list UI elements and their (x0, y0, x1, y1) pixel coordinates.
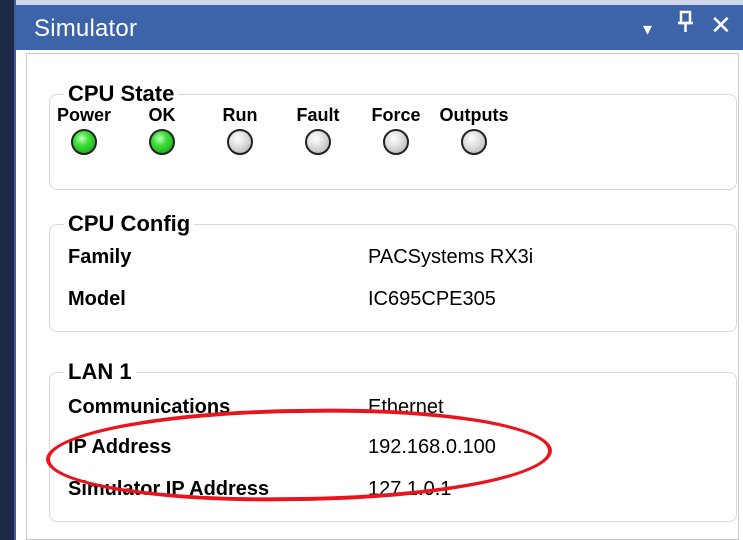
ip-address-value: 192.168.0.100 (368, 436, 496, 458)
lan1-title: LAN 1 (64, 359, 136, 385)
cpu-config-title: CPU Config (64, 211, 195, 237)
led-power: Power (44, 105, 124, 155)
cpu-state-title: CPU State (64, 81, 179, 107)
led-power-indicator (71, 129, 97, 155)
left-edge-strip (0, 0, 14, 540)
led-label: Force (371, 105, 421, 125)
simulator-panel: Simulator ▾ ✕ CPU State Power OK Run Fau… (14, 0, 743, 540)
led-run: Run (200, 105, 280, 155)
pin-icon[interactable] (676, 9, 696, 42)
led-run-indicator (227, 129, 253, 155)
simulator-content: CPU State Power OK Run Fault Force Outpu… (26, 53, 739, 540)
led-label: Fault (296, 105, 340, 125)
led-force: Force (356, 105, 436, 155)
cpu-state-group: CPU State Power OK Run Fault Force Outpu… (49, 81, 737, 190)
led-fault: Fault (278, 105, 358, 155)
cpu-config-group: CPU Config Family PACSystems RX3i Model … (49, 211, 737, 332)
led-ok: OK (122, 105, 202, 155)
simulator-ip-label: Simulator IP Address (68, 478, 270, 500)
led-label: OK (148, 105, 176, 125)
close-icon[interactable]: ✕ (710, 9, 732, 41)
led-label: Run (222, 105, 258, 125)
led-force-indicator (383, 129, 409, 155)
led-outputs-indicator (461, 129, 487, 155)
led-label: Outputs (439, 105, 509, 125)
communications-label: Communications (68, 396, 231, 418)
communications-value: Ethernet (368, 396, 444, 418)
led-ok-indicator (149, 129, 175, 155)
family-value: PACSystems RX3i (368, 246, 534, 268)
panel-titlebar: Simulator ▾ ✕ (16, 0, 743, 50)
led-label: Power (56, 105, 112, 125)
model-value: IC695CPE305 (368, 288, 496, 310)
lan1-group: LAN 1 Communications Ethernet IP Address… (49, 359, 737, 522)
family-label: Family (68, 246, 132, 268)
pin-icon-glyph (678, 10, 693, 32)
ip-address-label: IP Address (68, 436, 172, 458)
simulator-ip-value: 127.1.0.1 (368, 478, 452, 500)
led-outputs: Outputs (434, 105, 514, 155)
led-fault-indicator (305, 129, 331, 155)
model-label: Model (68, 288, 126, 310)
panel-title: Simulator (34, 15, 138, 42)
dropdown-icon[interactable]: ▾ (643, 13, 652, 45)
